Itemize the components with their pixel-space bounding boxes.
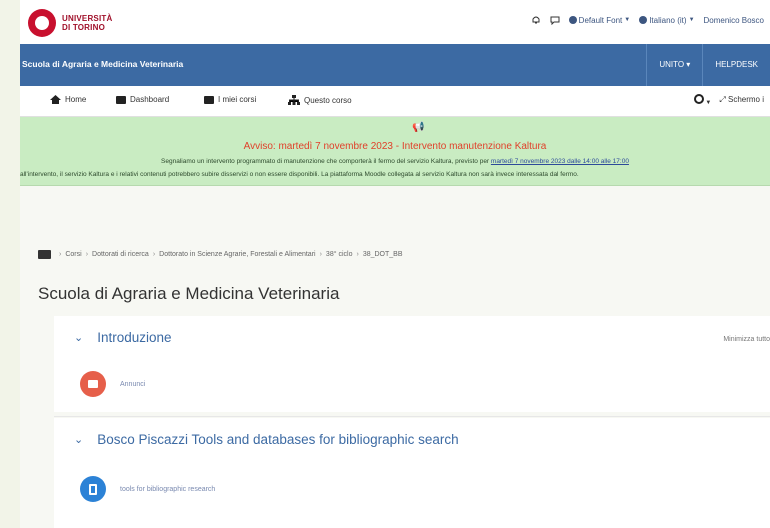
breadcrumb-item[interactable]: Dottorato in Scienze Agrarie, Forestali …: [159, 251, 315, 258]
page-title: Scuola di Agraria e Medicina Veterinaria: [38, 284, 340, 303]
logo-text: UNIVERSITÀ DI TORINO: [62, 14, 112, 32]
chat-icon[interactable]: [550, 15, 560, 25]
maintenance-alert: 📢 Avviso: martedì 7 novembre 2023 - Inte…: [20, 117, 770, 186]
breadcrumb-item[interactable]: 38° ciclo: [326, 251, 353, 258]
breadcrumb-separator: ›: [85, 251, 89, 258]
course-section: ⌄ Bosco Piscazzi Tools and databases for…: [54, 418, 770, 528]
menu-this-course-label: Questo corso: [304, 95, 352, 105]
menu-this-course[interactable]: Questo corso: [288, 95, 352, 105]
menu-my-courses-label: I miei corsi: [218, 95, 257, 104]
breadcrumb-separator: ›: [59, 251, 62, 258]
gear-icon: [693, 94, 704, 104]
breadcrumb-item[interactable]: Corsi: [65, 251, 81, 258]
top-bar: UNIVERSITÀ DI TORINO Default Font ▼ Ital…: [20, 0, 770, 44]
globe-icon: [639, 16, 648, 24]
dashboard-icon: [116, 95, 126, 104]
fullscreen-toggle[interactable]: ⤢ Schermo i: [719, 95, 764, 105]
chevron-down-icon: ▼: [624, 17, 631, 23]
breadcrumb-separator: ›: [356, 251, 359, 258]
nav-helpdesk-label: HELPDESK: [715, 60, 758, 69]
section-header[interactable]: ⌄ Introduzione: [74, 330, 172, 345]
breadcrumb-item[interactable]: Dottorati di ricerca: [92, 251, 149, 258]
chevron-down-icon: ⌄: [74, 434, 84, 446]
breadcrumb: › Corsi › Dottorati di ricerca › Dottora…: [38, 250, 403, 259]
section-title[interactable]: Introduzione: [97, 330, 171, 345]
menu-home-label: Home: [65, 95, 87, 104]
university-logo[interactable]: UNIVERSITÀ DI TORINO: [28, 9, 112, 37]
alert-title: Avviso: martedì 7 novembre 2023 - Interv…: [243, 141, 547, 152]
folder-icon: [38, 250, 51, 259]
breadcrumb-separator: ›: [319, 251, 322, 258]
alert-date-link[interactable]: martedì 7 novembre 2023 dalle 14:00 alle…: [491, 158, 629, 165]
forum-icon: [80, 371, 106, 397]
nav-helpdesk-link[interactable]: HELPDESK: [702, 44, 770, 86]
file-icon: [80, 476, 106, 502]
settings-dropdown[interactable]: ▼: [693, 94, 712, 106]
user-name[interactable]: Domenico Bosco: [704, 16, 764, 25]
logo-line-1: UNIVERSITÀ: [62, 14, 113, 23]
section-divider: [54, 416, 770, 417]
breadcrumb-separator: ›: [152, 251, 156, 258]
collapse-all-link[interactable]: Minimizza tutto: [723, 336, 770, 343]
school-name-link[interactable]: Scuola di Agraria e Medicina Veterinaria: [22, 59, 183, 69]
secondary-menu: Home Dashboard I miei corsi Questo corso…: [20, 86, 770, 117]
alert-text-prefix: Segnaliamo un intervento programmato di …: [161, 158, 491, 165]
alert-text-line-1: Segnaliamo un intervento programmato di …: [20, 158, 770, 165]
nav-unito-label: UNITO: [659, 60, 685, 69]
logo-line-2: DI TORINO: [62, 23, 105, 32]
user-menu-area: Default Font ▼ Italiano (it) ▼ Domenico …: [531, 15, 764, 25]
chevron-down-icon: ⌄: [74, 332, 84, 344]
activity-resource[interactable]: tools for bibliographic research: [80, 476, 215, 502]
menu-dashboard[interactable]: Dashboard: [116, 95, 169, 104]
menu-home[interactable]: Home: [50, 95, 86, 104]
nav-unito-dropdown[interactable]: UNITO ▾: [646, 44, 702, 86]
alert-text-line-2: all'intervento, il servizio Kaltura e i …: [20, 171, 579, 178]
section-header[interactable]: ⌄ Bosco Piscazzi Tools and databases for…: [74, 432, 459, 447]
font-icon: [568, 16, 577, 24]
course-section: ⌄ Introduzione Minimizza tutto Annunci: [54, 316, 770, 417]
language-dropdown-label: Italiano (it): [649, 15, 687, 25]
bell-icon[interactable]: [531, 15, 541, 25]
chevron-down-icon: ▼: [703, 100, 712, 106]
fullscreen-label: Schermo i: [727, 95, 764, 104]
language-dropdown[interactable]: Italiano (it) ▼: [639, 15, 695, 25]
megaphone-icon: 📢: [412, 122, 425, 133]
sitemap-icon: [288, 95, 300, 105]
menu-dashboard-label: Dashboard: [130, 95, 170, 104]
chevron-down-icon: ▼: [688, 17, 695, 23]
main-navbar: Scuola di Agraria e Medicina Veterinaria…: [20, 44, 770, 86]
activity-label[interactable]: tools for bibliographic research: [120, 486, 215, 493]
browser-viewport: UNIVERSITÀ DI TORINO Default Font ▼ Ital…: [20, 0, 770, 528]
expand-icon: ⤢: [719, 95, 726, 104]
navbar-right-menu: UNITO ▾ HELPDESK: [646, 44, 770, 86]
activity-label[interactable]: Annunci: [120, 381, 145, 388]
font-dropdown-label: Default Font: [578, 15, 623, 25]
font-dropdown[interactable]: Default Font ▼: [568, 15, 631, 25]
menu-right-tools: ▼ ⤢ Schermo i: [693, 94, 764, 106]
menu-my-courses[interactable]: I miei corsi: [204, 95, 256, 104]
home-icon: [50, 95, 61, 104]
breadcrumb-item[interactable]: 38_DOT_BB: [363, 251, 403, 258]
university-seal-icon: [28, 9, 56, 37]
activity-announcements[interactable]: Annunci: [80, 371, 145, 397]
briefcase-icon: [204, 95, 214, 104]
section-title[interactable]: Bosco Piscazzi Tools and databases for b…: [97, 432, 458, 447]
